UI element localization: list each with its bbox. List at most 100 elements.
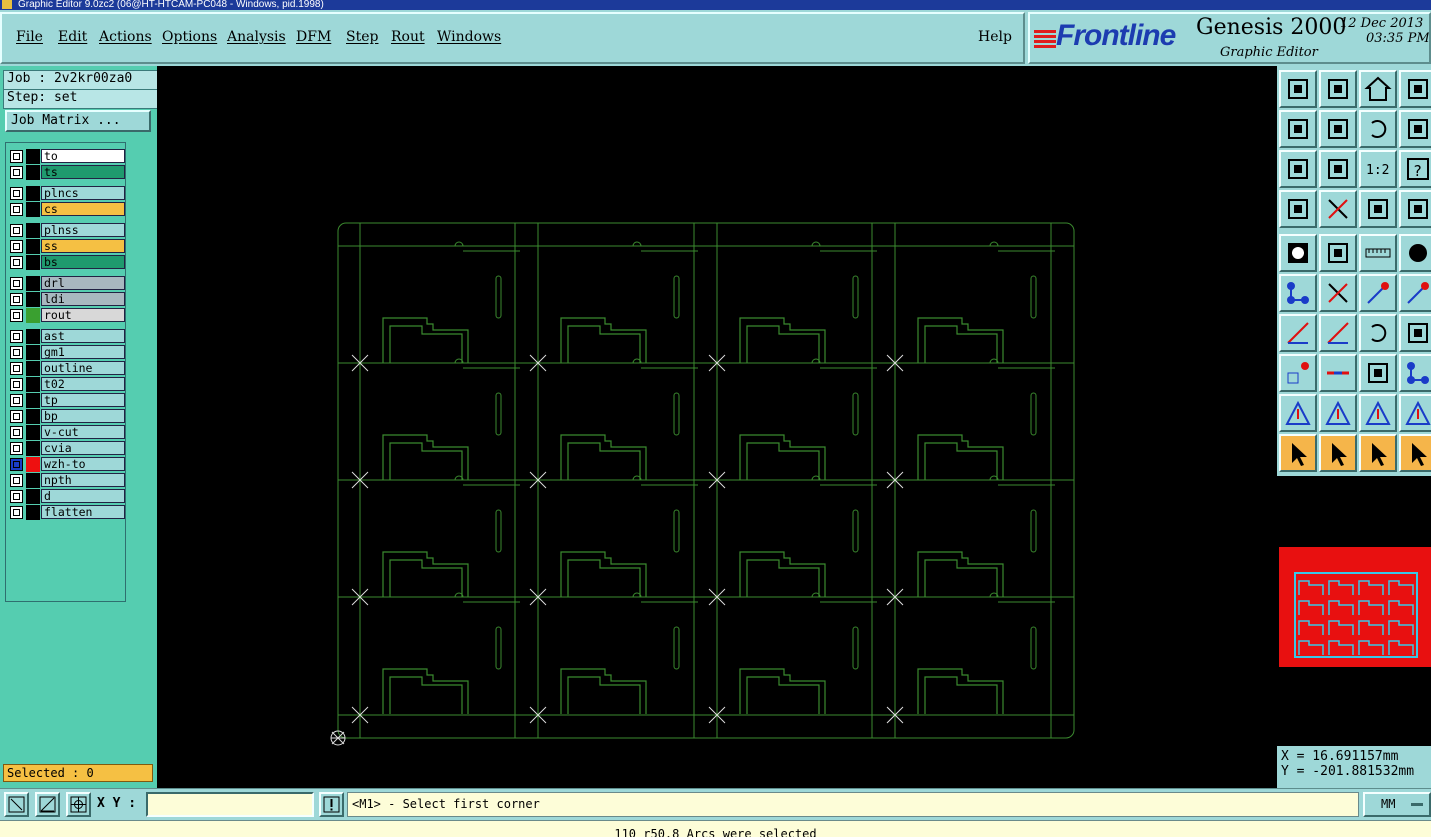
layer-name[interactable]: plncs <box>41 186 125 200</box>
menu-windows[interactable]: Windows <box>437 29 501 45</box>
menu-step[interactable]: Step <box>346 29 378 45</box>
layer-checkbox[interactable] <box>10 474 23 487</box>
pointer-net-button[interactable] <box>1399 434 1431 472</box>
triangle-button[interactable] <box>1279 394 1317 432</box>
layer-marker[interactable] <box>26 409 40 424</box>
step-down-button[interactable] <box>1319 70 1357 108</box>
cluster-button[interactable] <box>1399 354 1431 392</box>
layer-marker[interactable] <box>26 239 40 254</box>
layer-row-tp[interactable]: tp <box>8 393 126 408</box>
one-to-two-button[interactable]: 1:2 <box>1359 150 1397 188</box>
window-button[interactable] <box>1399 70 1431 108</box>
layer-marker[interactable] <box>26 441 40 456</box>
zoom-button[interactable] <box>1319 150 1357 188</box>
flip-button[interactable] <box>1399 314 1431 352</box>
layer-marker[interactable] <box>26 505 40 520</box>
layer-name[interactable]: flatten <box>41 505 125 519</box>
layer-name[interactable]: plnss <box>41 223 125 237</box>
menu-actions[interactable]: Actions <box>99 29 152 45</box>
layer-row-ts[interactable]: ts <box>8 165 126 180</box>
undo-button[interactable] <box>1359 110 1397 148</box>
layer-marker[interactable] <box>26 202 40 217</box>
menu-file[interactable]: File <box>16 29 43 45</box>
layer-row-bs[interactable]: bs <box>8 255 126 270</box>
arrow-button[interactable] <box>1359 274 1397 312</box>
layer-marker[interactable] <box>26 489 40 504</box>
net-button[interactable] <box>1279 274 1317 312</box>
graphic-canvas[interactable] <box>157 66 1277 788</box>
pointer-box-button[interactable] <box>1319 434 1357 472</box>
box-button[interactable] <box>1359 354 1397 392</box>
help-button[interactable]: ? <box>1399 150 1431 188</box>
snap-button[interactable] <box>1359 190 1397 228</box>
layer-row-plnss[interactable]: plnss <box>8 223 126 238</box>
pan-right-button[interactable] <box>1319 110 1357 148</box>
layer-name[interactable]: wzh-to <box>41 457 125 471</box>
layer-row-plncs[interactable]: plncs <box>8 186 126 201</box>
board-thumbnail[interactable] <box>1279 547 1431 667</box>
layer-checkbox[interactable] <box>10 378 23 391</box>
layer-row-d[interactable]: d <box>8 489 126 504</box>
layer-checkbox[interactable] <box>10 187 23 200</box>
layer-name[interactable]: tp <box>41 393 125 407</box>
layer-name[interactable]: rout <box>41 308 125 322</box>
layer-name[interactable]: ast <box>41 329 125 343</box>
layer-marker[interactable] <box>26 329 40 344</box>
layer-row-wzh-to[interactable]: wzh-to <box>8 457 126 472</box>
layer-row-ast[interactable]: ast <box>8 329 126 344</box>
layer-name[interactable]: outline <box>41 361 125 375</box>
layer-marker[interactable] <box>26 377 40 392</box>
triangle2-button[interactable] <box>1319 394 1357 432</box>
layer-marker[interactable] <box>26 292 40 307</box>
layer-marker[interactable] <box>26 255 40 270</box>
layer-checkbox[interactable] <box>10 410 23 423</box>
layer-name[interactable]: drl <box>41 276 125 290</box>
layer-row-flatten[interactable]: flatten <box>8 505 126 520</box>
layer-marker[interactable] <box>26 425 40 440</box>
layer-checkbox[interactable] <box>10 224 23 237</box>
layer-checkbox[interactable] <box>10 442 23 455</box>
layer-name[interactable]: to <box>41 149 125 163</box>
layer-name[interactable]: d <box>41 489 125 503</box>
job-matrix-button[interactable]: Job Matrix ... <box>5 110 151 132</box>
layer-checkbox[interactable] <box>10 277 23 290</box>
triangle3-button[interactable] <box>1359 394 1397 432</box>
layer-checkbox[interactable] <box>10 240 23 253</box>
layer-checkbox[interactable] <box>10 458 23 471</box>
layer-checkbox[interactable] <box>10 309 23 322</box>
cut-button[interactable] <box>1319 190 1357 228</box>
alert-button[interactable] <box>319 792 344 817</box>
layer-checkbox[interactable] <box>10 293 23 306</box>
circle-button[interactable] <box>1399 234 1431 272</box>
layer-row-ss[interactable]: ss <box>8 239 126 254</box>
layer-row-rout[interactable]: rout <box>8 308 126 323</box>
layer-marker[interactable] <box>26 223 40 238</box>
layer-marker[interactable] <box>26 393 40 408</box>
layer-name[interactable]: bs <box>41 255 125 269</box>
layer-checkbox[interactable] <box>10 394 23 407</box>
layer-checkbox[interactable] <box>10 203 23 216</box>
units-selector[interactable]: MM <box>1363 792 1431 817</box>
fit-button[interactable] <box>1279 150 1317 188</box>
layer-name[interactable]: bp <box>41 409 125 423</box>
layer-row-t02[interactable]: t02 <box>8 377 126 392</box>
layer-row-outline[interactable]: outline <box>8 361 126 376</box>
xy-input[interactable] <box>146 792 314 817</box>
layer-row-cvia[interactable]: cvia <box>8 441 126 456</box>
layer-marker[interactable] <box>26 186 40 201</box>
layer-checkbox[interactable] <box>10 362 23 375</box>
layer-row-gm1[interactable]: gm1 <box>8 345 126 360</box>
layer-marker[interactable] <box>26 165 40 180</box>
slope-button[interactable] <box>1279 314 1317 352</box>
layer-name[interactable]: cs <box>41 202 125 216</box>
layer-marker[interactable] <box>26 276 40 291</box>
layer-row-cs[interactable]: cs <box>8 202 126 217</box>
layer-row-npth[interactable]: npth <box>8 473 126 488</box>
line-button[interactable] <box>1319 234 1357 272</box>
pointer-button[interactable] <box>1279 434 1317 472</box>
menu-dfm[interactable]: DFM <box>296 29 331 45</box>
layer-name[interactable]: gm1 <box>41 345 125 359</box>
layer-marker[interactable] <box>26 457 40 472</box>
pointer-circle-button[interactable] <box>1359 434 1397 472</box>
layer-marker[interactable] <box>26 473 40 488</box>
